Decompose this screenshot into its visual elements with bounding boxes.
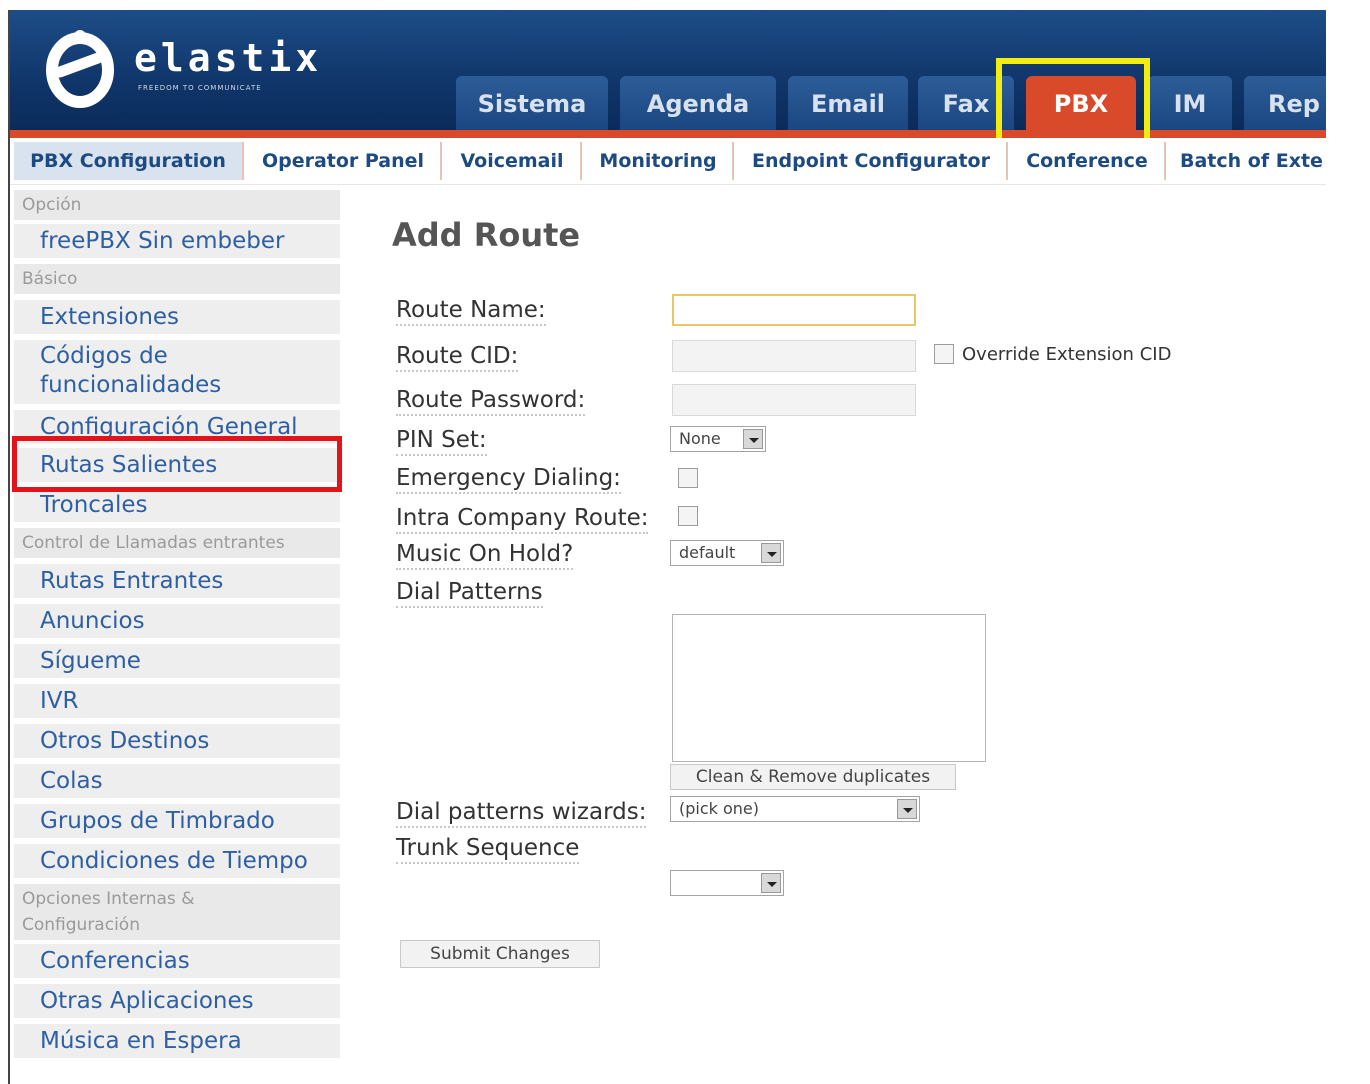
page-title: Add Route: [392, 216, 581, 254]
sidebar-item-musica-espera[interactable]: Música en Espera: [14, 1024, 340, 1058]
music-on-hold-label: Music On Hold?: [396, 540, 574, 570]
sidebar-item-sigueme[interactable]: Sígueme: [14, 644, 340, 678]
tab-im[interactable]: IM: [1148, 76, 1232, 132]
submit-changes-button[interactable]: Submit Changes: [400, 940, 600, 968]
dial-patterns-wizards-label: Dial patterns wizards:: [396, 798, 647, 828]
route-password-label: Route Password:: [396, 386, 586, 416]
brand-name: elastix: [134, 36, 323, 80]
sidebar-item-conferencias[interactable]: Conferencias: [14, 944, 340, 978]
override-cid-checkbox[interactable]: [934, 344, 954, 364]
subtab-monitoring[interactable]: Monitoring: [584, 142, 734, 180]
override-cid-label: Override Extension CID: [962, 344, 1172, 365]
sidebar-section-opciones-line2: Configuración: [22, 915, 140, 935]
route-password-input[interactable]: [672, 384, 916, 416]
chevron-down-icon: [761, 873, 781, 893]
sidebar-item-freepbx[interactable]: freePBX Sin embeber: [14, 224, 340, 258]
sidebar-item-troncales[interactable]: Troncales: [14, 488, 340, 522]
trunk-sequence-label: Trunk Sequence: [396, 834, 580, 864]
sidebar-item-condiciones-tiempo[interactable]: Condiciones de Tiempo: [14, 844, 340, 878]
subtab-voicemail[interactable]: Voicemail: [444, 142, 582, 180]
tab-sistema[interactable]: Sistema: [456, 76, 608, 132]
trunk-sequence-select[interactable]: [670, 870, 784, 896]
sidebar-item-colas[interactable]: Colas: [14, 764, 340, 798]
intra-company-checkbox[interactable]: [678, 506, 698, 526]
pin-set-value: None: [679, 429, 721, 448]
chevron-down-icon: [743, 429, 763, 449]
pin-set-select[interactable]: None: [670, 426, 766, 452]
music-on-hold-select[interactable]: default: [670, 540, 784, 566]
route-name-label: Route Name:: [396, 296, 546, 326]
subtab-batch-of-extensions[interactable]: Batch of Exte: [1168, 142, 1326, 180]
chevron-down-icon: [761, 543, 781, 563]
tab-email[interactable]: Email: [788, 76, 908, 132]
sidebar-item-ivr[interactable]: IVR: [14, 684, 340, 718]
dial-patterns-label: Dial Patterns: [396, 578, 543, 608]
music-on-hold-value: default: [679, 543, 736, 562]
sidebar-section-opcion: Opción: [14, 190, 340, 220]
dial-patterns-textarea[interactable]: [672, 614, 986, 762]
sidebar-item-codigos[interactable]: Códigos de funcionalidades: [14, 340, 340, 404]
sidebar-item-otras-aplicaciones[interactable]: Otras Aplicaciones: [14, 984, 340, 1018]
chevron-down-icon: [897, 799, 917, 819]
tab-rep[interactable]: Rep: [1244, 76, 1326, 132]
route-cid-input[interactable]: [672, 340, 916, 372]
sidebar-section-opciones: Opciones Internas & Configuración: [14, 884, 340, 940]
intra-company-label: Intra Company Route:: [396, 504, 649, 534]
dial-patterns-wizards-select[interactable]: (pick one): [670, 796, 920, 822]
route-name-input[interactable]: [672, 294, 916, 326]
sidebar-item-rutas-entrantes[interactable]: Rutas Entrantes: [14, 564, 340, 598]
app-frame: elastix FREEDOM TO COMMUNICATE Sistema A…: [8, 10, 1326, 1084]
sidebar-item-codigos-line1: Códigos de: [40, 343, 168, 369]
sidebar-item-extensiones[interactable]: Extensiones: [14, 300, 340, 334]
sidebar-section-control: Control de Llamadas entrantes: [14, 528, 340, 558]
dial-patterns-wizards-value: (pick one): [679, 799, 760, 818]
elastix-logo: elastix FREEDOM TO COMMUNICATE: [46, 28, 346, 108]
highlight-pbx-tab: [996, 58, 1150, 146]
sub-navigation: PBX Configuration Operator Panel Voicema…: [10, 138, 1326, 185]
subtab-endpoint-configurator[interactable]: Endpoint Configurator: [736, 142, 1008, 180]
sidebar-item-grupos-timbrado[interactable]: Grupos de Timbrado: [14, 804, 340, 838]
highlight-rutas-salientes: [12, 436, 342, 492]
route-cid-label: Route CID:: [396, 342, 519, 372]
emergency-dialing-checkbox[interactable]: [678, 468, 698, 488]
subtab-operator-panel[interactable]: Operator Panel: [246, 142, 442, 180]
tab-agenda[interactable]: Agenda: [620, 76, 776, 132]
elastix-logo-icon: [46, 30, 114, 108]
sidebar-item-anuncios[interactable]: Anuncios: [14, 604, 340, 638]
clean-remove-duplicates-button[interactable]: Clean & Remove duplicates: [670, 764, 956, 790]
subtab-conference[interactable]: Conference: [1010, 142, 1166, 180]
brand-tagline: FREEDOM TO COMMUNICATE: [138, 84, 262, 92]
sidebar-item-codigos-line2: funcionalidades: [40, 372, 222, 398]
sidebar-item-otros-destinos[interactable]: Otros Destinos: [14, 724, 340, 758]
pin-set-label: PIN Set:: [396, 426, 487, 456]
emergency-dialing-label: Emergency Dialing:: [396, 464, 621, 494]
sidebar-section-opciones-line1: Opciones Internas &: [22, 889, 195, 909]
sidebar-section-basico: Básico: [14, 264, 340, 294]
subtab-pbx-configuration[interactable]: PBX Configuration: [14, 142, 244, 180]
